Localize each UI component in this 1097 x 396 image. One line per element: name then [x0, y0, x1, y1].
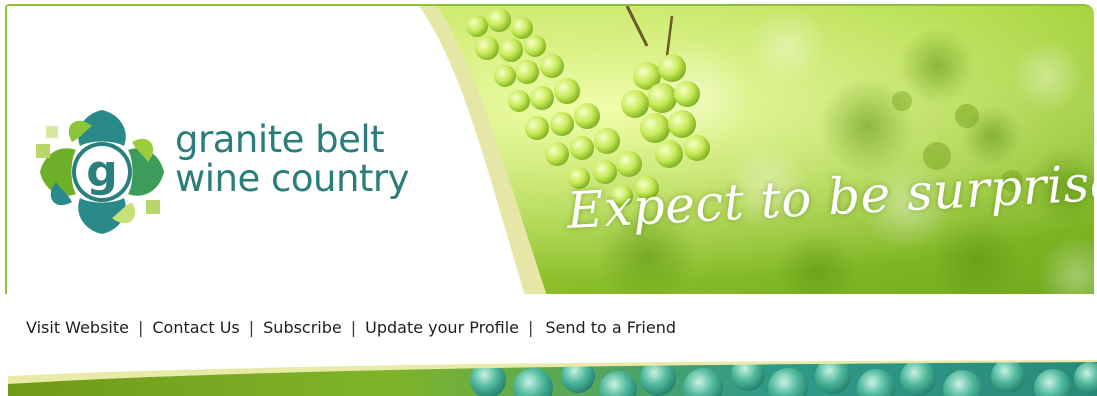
decorative-grape-strip	[8, 358, 1097, 396]
nav-separator: |	[350, 318, 357, 337]
nav-update-profile-link[interactable]: Update your Profile	[365, 318, 519, 337]
top-nav: Visit Website | Contact Us | Subscribe | Updat…	[26, 318, 676, 337]
nav-subscribe-link[interactable]: Subscribe	[263, 318, 342, 337]
svg-text:g: g	[86, 146, 118, 197]
nav-contact-us-link[interactable]: Contact Us	[152, 318, 239, 337]
brand-line-2: wine country	[175, 157, 410, 200]
grape-leaf-g-logo-icon: g	[36, 110, 164, 234]
nav-separator: |	[248, 318, 255, 337]
nav-separator: |	[527, 318, 534, 337]
header-banner: g granite belt wine country Expect to be…	[5, 4, 1094, 294]
brand-wordmark: granite belt wine country	[175, 118, 410, 200]
nav-send-to-friend-link[interactable]: Send to a Friend	[545, 318, 676, 337]
nav-separator: |	[137, 318, 144, 337]
nav-visit-website-link[interactable]: Visit Website	[26, 318, 129, 337]
grape-strip-artwork	[8, 358, 1097, 396]
brand-line-1: granite belt	[175, 118, 385, 161]
